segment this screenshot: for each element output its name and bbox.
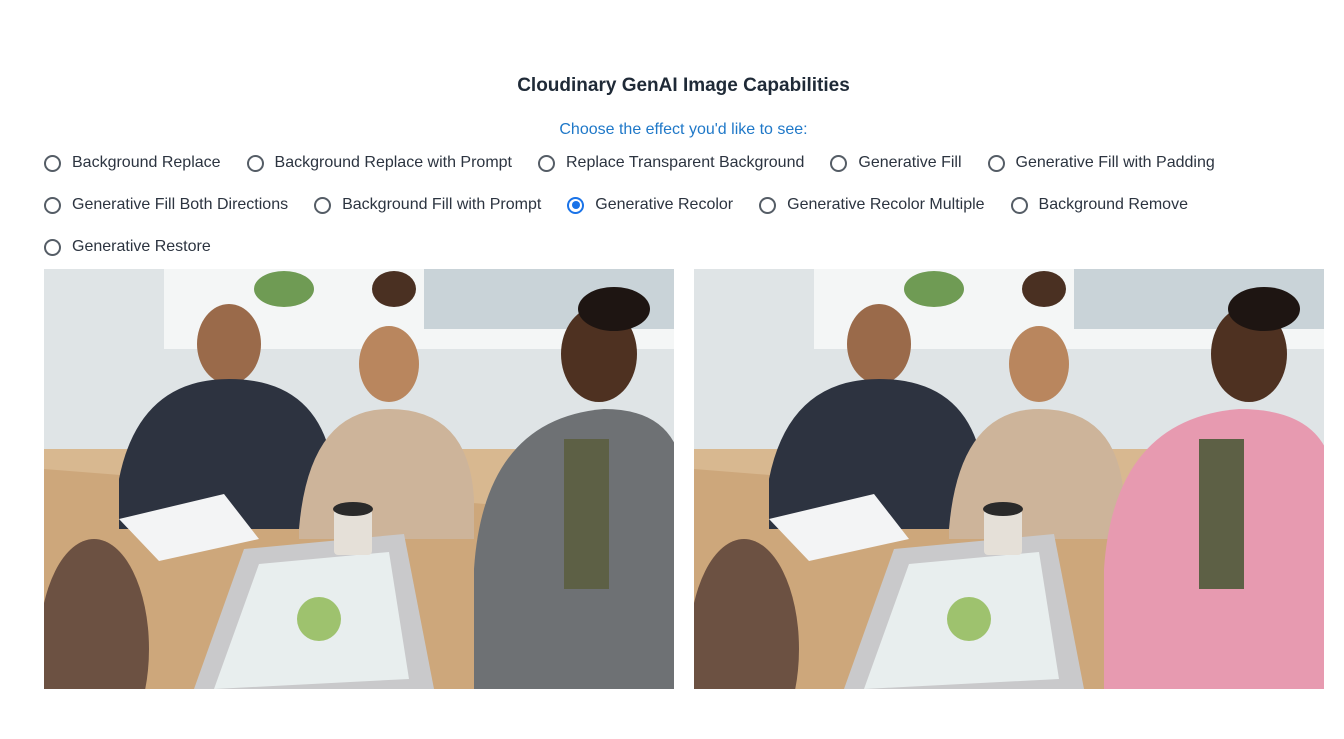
effect-option-background-remove[interactable]: Background Remove [1010, 196, 1188, 214]
radio-button-selected[interactable] [567, 196, 585, 214]
office-meeting-photo [44, 269, 674, 689]
radio-button[interactable] [44, 154, 61, 172]
effect-row: Background Replace Background Replace wi… [44, 142, 1334, 184]
radio-button[interactable] [1010, 196, 1028, 214]
effect-option-label: Background Remove [1038, 196, 1188, 213]
effect-option-generative-fill-with-padding[interactable]: Generative Fill with Padding [987, 154, 1215, 172]
radio-button[interactable] [759, 196, 777, 214]
effect-option-generative-recolor[interactable]: Generative Recolor [567, 196, 733, 214]
effect-option-label: Generative Restore [72, 238, 211, 255]
original-image [44, 269, 674, 689]
effect-option-label: Replace Transparent Background [566, 154, 805, 171]
radio-button[interactable] [830, 154, 848, 172]
effect-row: Generative Fill Both Directions Backgrou… [44, 184, 1334, 226]
radio-button[interactable] [987, 154, 1005, 172]
effect-option-background-replace[interactable]: Background Replace [44, 154, 221, 172]
effect-options: Background Replace Background Replace wi… [44, 142, 1334, 268]
effect-option-background-fill-with-prompt[interactable]: Background Fill with Prompt [314, 196, 541, 214]
effect-option-label: Generative Fill with Padding [1015, 154, 1215, 171]
effect-row: Generative Restore [44, 226, 1334, 268]
effect-option-generative-recolor-multiple[interactable]: Generative Recolor Multiple [759, 196, 985, 214]
radio-button[interactable] [314, 196, 332, 214]
effect-option-replace-transparent-background[interactable]: Replace Transparent Background [538, 154, 804, 172]
radio-button[interactable] [538, 154, 555, 172]
page-title: Cloudinary GenAI Image Capabilities [517, 75, 850, 96]
radio-button[interactable] [246, 154, 264, 172]
radio-button[interactable] [44, 196, 61, 214]
effect-option-generative-fill-both-directions[interactable]: Generative Fill Both Directions [44, 196, 288, 214]
effect-option-label: Generative Fill [858, 154, 962, 171]
recolored-image [694, 269, 1324, 689]
radio-button[interactable] [44, 238, 61, 256]
effect-option-label: Background Replace [72, 154, 221, 171]
effect-option-background-replace-with-prompt[interactable]: Background Replace with Prompt [246, 154, 512, 172]
effect-option-label: Background Replace with Prompt [274, 154, 512, 171]
effect-option-label: Background Fill with Prompt [342, 196, 542, 213]
effect-option-label: Generative Recolor [595, 196, 734, 213]
office-meeting-photo-recolored [694, 269, 1324, 689]
effect-option-generative-fill[interactable]: Generative Fill [830, 154, 962, 172]
effect-option-label: Generative Fill Both Directions [72, 196, 289, 213]
effect-option-generative-restore[interactable]: Generative Restore [44, 238, 211, 256]
effect-prompt: Choose the effect you'd like to see: [559, 121, 808, 138]
effect-option-label: Generative Recolor Multiple [787, 196, 985, 213]
